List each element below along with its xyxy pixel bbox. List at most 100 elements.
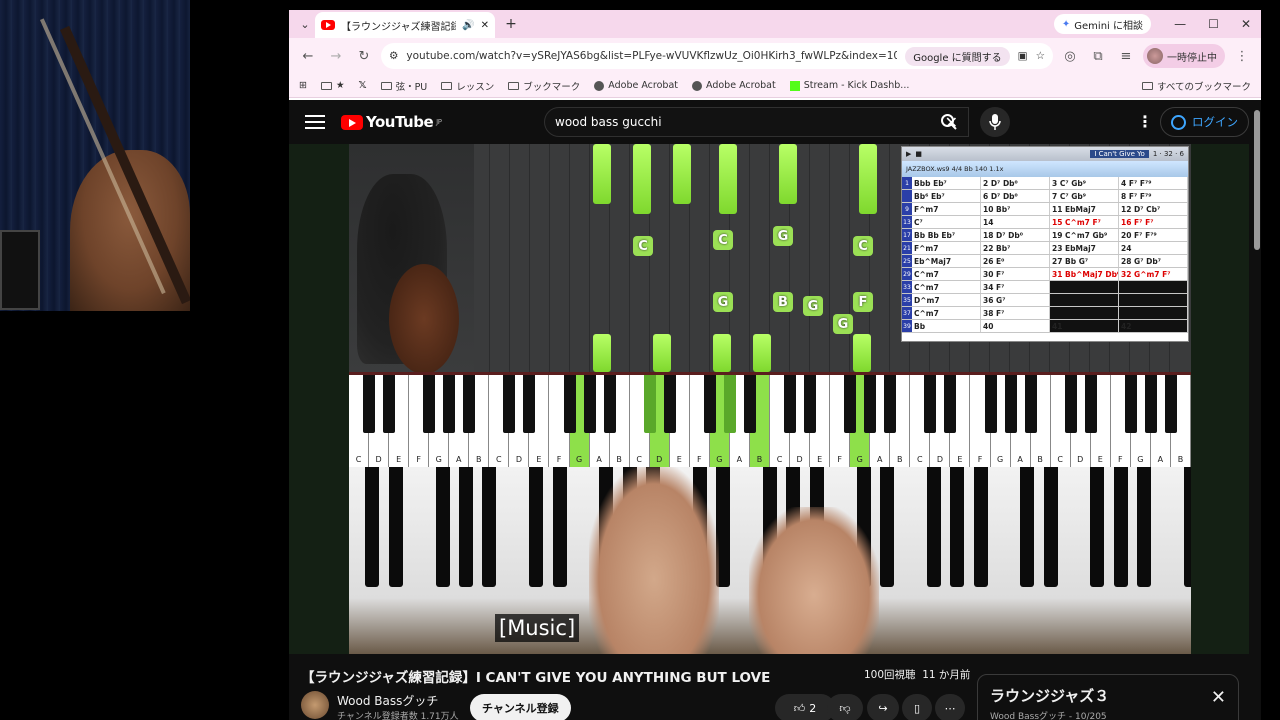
- chord-cell: D^m7: [912, 294, 981, 306]
- maximize-icon[interactable]: ☐: [1208, 17, 1219, 31]
- kick-icon: [789, 80, 800, 91]
- page-scrollbar[interactable]: [1254, 110, 1260, 250]
- sheet-position: 1 · 32 · 6: [1152, 150, 1184, 158]
- roll-note: [593, 144, 611, 204]
- like-button[interactable]: 👍︎ 2: [775, 694, 835, 720]
- chord-cell: Eb^Maj7: [912, 255, 981, 267]
- bookmark-item[interactable]: 弦・PU: [380, 79, 427, 93]
- bookmark-item[interactable]: レッスン: [441, 79, 494, 93]
- bookmark-item[interactable]: Adobe Acrobat: [692, 80, 776, 91]
- white-key-label: E: [536, 455, 542, 464]
- paused-profile-chip[interactable]: 一時停止中: [1143, 44, 1225, 68]
- subscribe-button[interactable]: チャンネル登録: [470, 694, 571, 720]
- new-tab-icon[interactable]: +: [501, 14, 521, 34]
- folder-icon: [320, 81, 332, 90]
- camera-black-key: [879, 467, 894, 587]
- playlist-subtitle: Wood Bassグッチ - 10/205: [990, 712, 1107, 720]
- more-actions-button[interactable]: ⋯: [935, 694, 965, 720]
- webcam-overlay: [0, 0, 190, 311]
- measure-number: 9: [902, 203, 912, 215]
- black-key: [503, 375, 516, 433]
- extension-icon[interactable]: ◎: [1059, 45, 1081, 67]
- chord-cell: 3 C⁷ Gb⁹: [1050, 177, 1119, 189]
- bookmark-item[interactable]: Adobe Acrobat: [594, 80, 678, 91]
- white-key-label: B: [1177, 455, 1184, 464]
- white-key-label: F: [416, 455, 421, 464]
- search-icon: [941, 114, 957, 130]
- dislike-button[interactable]: 👎︎: [827, 694, 863, 720]
- black-key: [563, 375, 576, 433]
- share-icon: ↪: [878, 701, 888, 715]
- minimize-icon[interactable]: —: [1174, 17, 1186, 31]
- save-button[interactable]: ▯: [902, 694, 932, 720]
- youtube-logo[interactable]: YouTube JP: [341, 113, 442, 131]
- hamburger-menu-icon[interactable]: [305, 115, 325, 129]
- roll-note: [859, 144, 877, 214]
- all-bookmarks[interactable]: すべてのブックマーク: [1142, 79, 1251, 93]
- bookmark-item[interactable]: Stream - Kick Dashb...: [789, 80, 909, 91]
- tab-active[interactable]: 【ラウンジジャズ練習記録】I CA 🔊 ✕: [315, 12, 495, 38]
- measure-number: 33: [902, 281, 912, 293]
- bookmark-star-folder[interactable]: ★: [320, 80, 345, 91]
- chord-cell: 4 F⁷ F⁷⁹: [1119, 177, 1188, 189]
- login-button[interactable]: ログイン: [1160, 107, 1249, 137]
- black-key: [1164, 375, 1177, 433]
- measure-number: 25: [902, 255, 912, 267]
- search-input[interactable]: wood bass gucchi ✕: [544, 107, 969, 137]
- address-bar[interactable]: ⚙ youtube.com/watch?v=ySReJYAS6bg&list=P…: [381, 43, 1053, 69]
- chord-cell: 10 Bb⁷: [981, 203, 1050, 215]
- folder-icon: [508, 81, 520, 90]
- black-key: [984, 375, 997, 433]
- speaker-icon[interactable]: 🔊: [462, 20, 474, 31]
- thumbs-up-icon: 👍︎: [793, 701, 806, 715]
- video-player[interactable]: CCGGBGCFG ▶ ■ I Can't Give Yo 1 · 32 · 6…: [289, 144, 1249, 654]
- puzzle-icon[interactable]: ⧉: [1087, 45, 1109, 67]
- tab-search-icon[interactable]: ⌄: [295, 14, 315, 34]
- share-button[interactable]: ↪: [867, 694, 899, 720]
- chord-cell: [1050, 281, 1119, 293]
- roll-note: [753, 334, 771, 372]
- playlist-close-icon[interactable]: ✕: [1211, 687, 1226, 708]
- ask-google-button[interactable]: Google に質問する: [905, 46, 1010, 66]
- roll-lane: [709, 144, 710, 372]
- bookmark-icon: ▯: [913, 701, 921, 715]
- reload-icon[interactable]: ↻: [353, 45, 375, 67]
- black-key: [804, 375, 817, 433]
- media-icon[interactable]: ≡: [1115, 45, 1137, 67]
- playlist-title[interactable]: ラウンジジャズ３: [990, 685, 1109, 706]
- cast-icon[interactable]: ▣: [1018, 50, 1028, 62]
- bookmark-star-icon[interactable]: ☆: [1036, 50, 1045, 62]
- white-key-label: D: [656, 455, 663, 464]
- tab-bar: ⌄ 【ラウンジジャズ練習記録】I CA 🔊 ✕ + ✦ Gemini に相談 —…: [289, 10, 1261, 38]
- window-close-icon[interactable]: ✕: [1241, 17, 1251, 31]
- white-key-label: A: [877, 455, 883, 464]
- channel-avatar[interactable]: [301, 691, 329, 719]
- roll-lane: [889, 144, 890, 372]
- site-info-icon[interactable]: ⚙: [389, 50, 398, 62]
- back-icon[interactable]: ←: [297, 45, 319, 67]
- chord-cell: [1050, 307, 1119, 319]
- roll-lane: [509, 144, 510, 372]
- camera-black-key: [365, 467, 380, 587]
- login-label: ログイン: [1192, 115, 1238, 129]
- white-key-label: F: [1118, 455, 1123, 464]
- gemini-button[interactable]: ✦ Gemini に相談: [1053, 14, 1151, 34]
- tab-close-icon[interactable]: ✕: [481, 20, 489, 31]
- chord-cell: 8 F⁷ F⁷⁹: [1119, 190, 1188, 202]
- channel-name[interactable]: Wood Bassグッチ: [337, 692, 438, 709]
- measure-number: 17: [902, 229, 912, 241]
- black-key: [864, 375, 877, 433]
- more-options-icon[interactable]: ⋮: [1137, 112, 1153, 131]
- bass-body: [389, 264, 459, 372]
- chord-cell: 15 C^m7 F⁷: [1050, 216, 1119, 228]
- camera-black-key: [552, 467, 567, 587]
- apps-grid-icon[interactable]: ⊞: [299, 80, 307, 91]
- bookmark-item[interactable]: ブックマーク: [508, 79, 580, 93]
- tab-title: 【ラウンジジャズ練習記録】I CA: [341, 21, 457, 33]
- search-button[interactable]: [929, 107, 969, 137]
- bookmark-x[interactable]: 𝕏: [359, 80, 367, 91]
- browser-menu-icon[interactable]: ⋮: [1231, 45, 1253, 67]
- black-key: [743, 375, 756, 433]
- forward-icon[interactable]: →: [325, 45, 347, 67]
- voice-search-button[interactable]: [980, 107, 1010, 137]
